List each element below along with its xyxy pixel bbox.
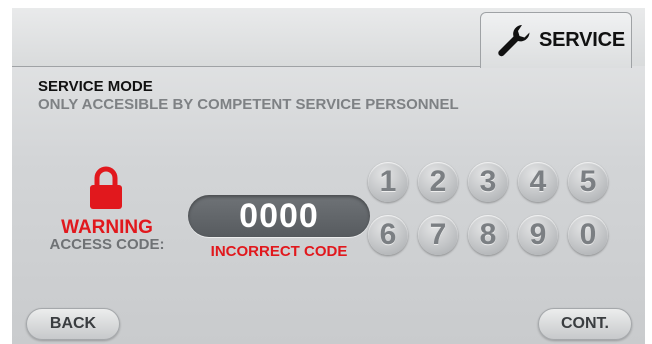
keypad-key-3[interactable]: 3 (468, 162, 508, 202)
access-code-display: 0000 (188, 195, 370, 237)
top-bar-divider (12, 66, 482, 67)
wrench-icon (498, 24, 530, 56)
keypad-key-7[interactable]: 7 (418, 215, 458, 255)
continue-button[interactable]: CONT. (538, 308, 632, 340)
page-title: SERVICE MODE (38, 78, 153, 95)
keypad-key-2[interactable]: 2 (418, 162, 458, 202)
keypad-key-9[interactable]: 9 (518, 215, 558, 255)
tab-service-label: SERVICE (539, 29, 626, 51)
access-code-label: ACCESS CODE: (49, 236, 165, 253)
keypad-key-0[interactable]: 0 (568, 215, 608, 255)
back-button[interactable]: BACK (26, 308, 120, 340)
keypad-key-6[interactable]: 6 (368, 215, 408, 255)
keypad-key-1[interactable]: 1 (368, 162, 408, 202)
lock-icon (90, 166, 122, 209)
tab-service[interactable]: SERVICE (480, 12, 632, 68)
keypad-key-4[interactable]: 4 (518, 162, 558, 202)
incorrect-code-message: INCORRECT CODE (210, 243, 348, 260)
page-subtitle: ONLY ACCESIBLE BY COMPETENT SERVICE PERS… (38, 96, 459, 113)
warning-text: WARNING (61, 217, 153, 238)
keypad-key-8[interactable]: 8 (468, 215, 508, 255)
service-screen: SERVICE SERVICE MODE ONLY ACCESIBLE BY C… (12, 8, 645, 344)
keypad-key-5[interactable]: 5 (568, 162, 608, 202)
